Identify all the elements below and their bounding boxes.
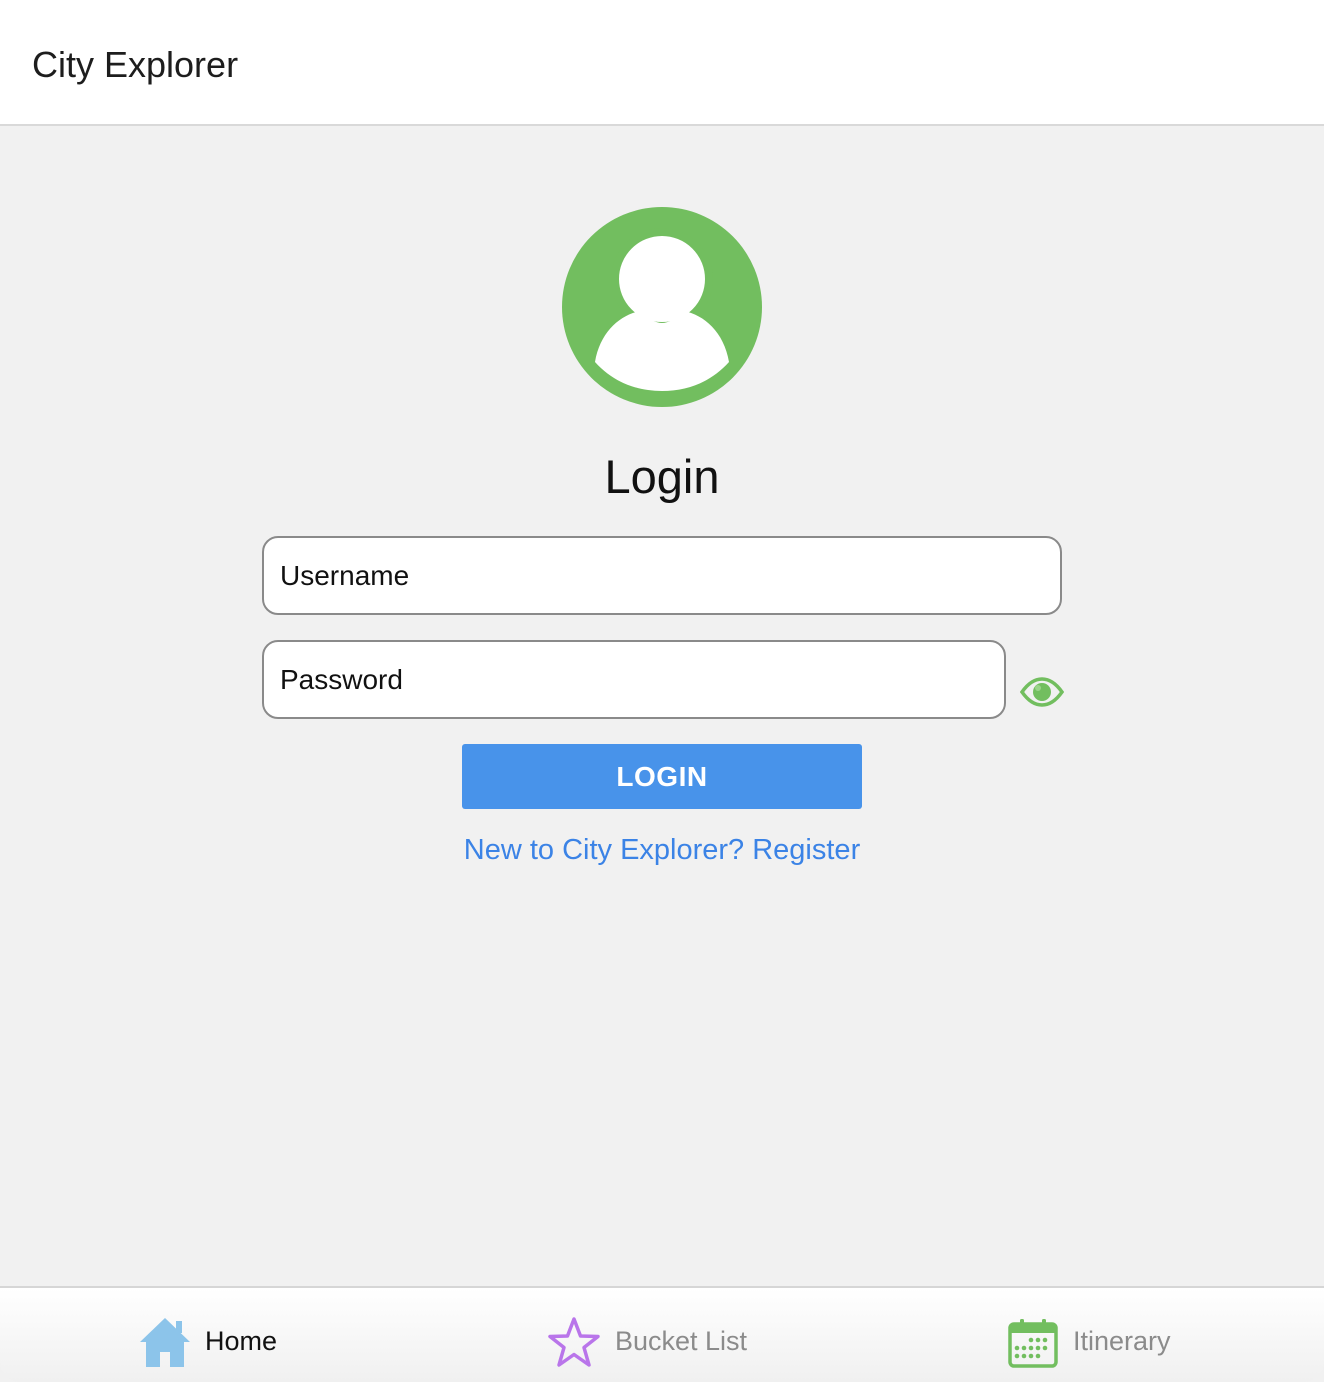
password-field[interactable] [262, 640, 1006, 719]
app-title: City Explorer [32, 44, 239, 85]
tab-bucket-list[interactable]: Bucket List [540, 1288, 770, 1382]
register-link[interactable]: New to City Explorer? Register [0, 830, 1324, 870]
username-field[interactable] [262, 536, 1062, 615]
app-header: City Explorer [0, 0, 1324, 126]
tab-home[interactable]: Home [130, 1288, 300, 1382]
house-icon [140, 1318, 190, 1367]
login-button[interactable]: LOGIN [462, 744, 862, 809]
bottom-tab-bar: Home Bucket List Itinerary [0, 1286, 1324, 1382]
star-icon [548, 1317, 600, 1367]
login-screen: Login LOGIN New to City Explorer? Regist… [0, 126, 1324, 1286]
tab-home-label: Home [205, 1326, 278, 1356]
user-avatar-icon [562, 207, 762, 407]
tab-itinerary[interactable]: Itinerary [1000, 1288, 1200, 1382]
login-heading: Login [604, 450, 720, 503]
tab-itinerary-label: Itinerary [1073, 1326, 1171, 1356]
calendar-icon [1008, 1319, 1058, 1368]
tab-bucket-list-label: Bucket List [615, 1326, 748, 1356]
eye-icon[interactable] [1020, 677, 1064, 707]
register-link-text[interactable]: New to City Explorer? Register [464, 834, 860, 866]
